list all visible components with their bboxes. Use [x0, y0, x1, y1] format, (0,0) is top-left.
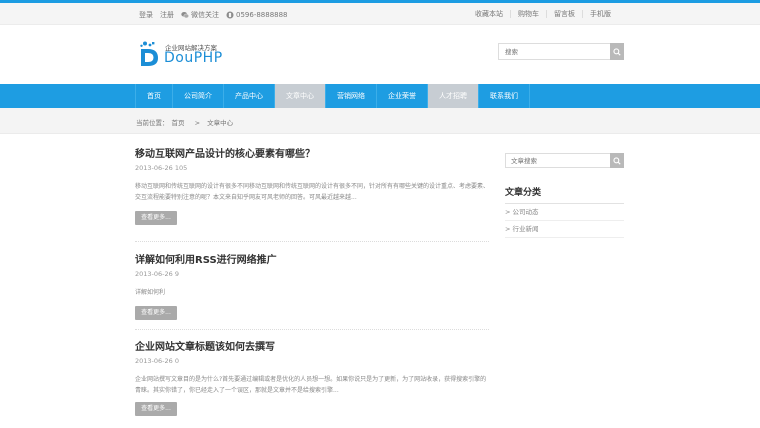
header-search-button[interactable] [610, 43, 624, 60]
logo-brand: DouPHP [164, 50, 223, 66]
category-item-industry-news[interactable]: > 行业新闻 [505, 221, 624, 238]
nav-item-products[interactable]: 产品中心 [224, 84, 275, 108]
nav-item-contact[interactable]: 联系我们 [479, 84, 530, 108]
cart-link[interactable]: 购物车 [510, 10, 546, 18]
wechat-icon [181, 11, 189, 19]
mobile-link[interactable]: 手机版 [582, 10, 618, 18]
search-icon [613, 47, 621, 56]
breadcrumb: 当前位置： 首页 > 文章中心 [136, 117, 236, 127]
top-bar-left: 登录 注册 微信关注 0596-8888888 [139, 10, 288, 20]
favorite-link[interactable]: 收藏本站 [468, 10, 510, 18]
article-search-input[interactable] [505, 153, 610, 168]
phone-number: 0596-8888888 [236, 11, 288, 19]
breadcrumb-bar: 当前位置： 首页 > 文章中心 [0, 108, 760, 134]
search-icon [613, 156, 621, 165]
list-item: 移动互联网产品设计的核心要素有哪些？ 2013-06-26 105 移动互联网和… [135, 148, 489, 242]
wechat-follow-link[interactable]: 微信关注 [181, 10, 219, 20]
article-meta: 2013-06-26 9 [135, 270, 179, 278]
sidebar: 文章分类 > 公司动态 > 行业新闻 [505, 153, 624, 238]
article-search [505, 153, 624, 168]
header-search [498, 43, 624, 60]
article-summary: 详解如何利 [135, 289, 166, 296]
article-summary: 企业网站撰写文章目的是为什么?首先要通过编辑或者是优化的人员想一想。如果你说只是… [135, 376, 487, 394]
header: 企业网站解决方案 DouPHP [0, 26, 760, 84]
article-list: 移动互联网产品设计的核心要素有哪些？ 2013-06-26 105 移动互联网和… [135, 148, 489, 428]
logo-mark-icon [140, 41, 158, 66]
nav-items: 首页 公司简介 产品中心 文章中心 营销网络 企业荣誉 人才招聘 联系我们 [135, 84, 530, 108]
nav-item-about[interactable]: 公司简介 [173, 84, 224, 108]
header-search-input[interactable] [498, 43, 610, 60]
login-link[interactable]: 登录 [139, 10, 153, 20]
nav-item-home[interactable]: 首页 [135, 84, 173, 108]
article-meta: 2013-06-26 105 [135, 164, 188, 172]
register-link[interactable]: 注册 [160, 10, 174, 20]
nav-item-articles[interactable]: 文章中心 [275, 84, 326, 108]
list-item: 企业网站文章标题该如何去撰写 2013-06-26 0 企业网站撰写文章目的是为… [135, 330, 489, 428]
breadcrumb-current: 文章中心 [207, 119, 234, 127]
breadcrumb-prefix: 当前位置： [136, 119, 169, 127]
breadcrumb-home[interactable]: 首页 [172, 119, 185, 127]
list-item: 详解如何利用RSS进行网络推广 2013-06-26 9 详解如何利 查看更多.… [135, 242, 489, 330]
article-meta: 2013-06-26 0 [135, 357, 179, 365]
article-title[interactable]: 移动互联网产品设计的核心要素有哪些？ [135, 148, 489, 161]
top-bar: 登录 注册 微信关注 0596-8888888 收藏本站 购物车 留言板 手机版 [0, 3, 760, 25]
read-more-button[interactable]: 查看更多... [135, 402, 177, 416]
site-logo[interactable]: 企业网站解决方案 DouPHP [139, 41, 224, 67]
main-nav: 首页 公司简介 产品中心 文章中心 营销网络 企业荣誉 人才招聘 联系我们 [0, 84, 760, 108]
article-title[interactable]: 详解如何利用RSS进行网络推广 [135, 254, 489, 267]
read-more-button[interactable]: 查看更多... [135, 306, 177, 320]
nav-item-jobs[interactable]: 人才招聘 [428, 84, 479, 108]
top-bar-right: 收藏本站 购物车 留言板 手机版 [468, 10, 618, 18]
guestbook-link[interactable]: 留言板 [546, 10, 582, 18]
article-summary: 移动互联网和传统互联网的设计有很多不同移动互联网和传统互联网的设计有很多不同，针… [135, 183, 490, 201]
wechat-follow-label: 微信关注 [191, 11, 219, 19]
category-title: 文章分类 [505, 185, 624, 204]
nav-item-honors[interactable]: 企业荣誉 [377, 84, 428, 108]
article-title[interactable]: 企业网站文章标题该如何去撰写 [135, 341, 489, 354]
article-search-button[interactable] [610, 153, 624, 168]
nav-item-marketing[interactable]: 营销网络 [326, 84, 377, 108]
breadcrumb-separator: > [194, 119, 201, 127]
read-more-button[interactable]: 查看更多... [135, 211, 177, 225]
phone-icon [226, 11, 234, 19]
category-item-company-news[interactable]: > 公司动态 [505, 204, 624, 221]
phone-info: 0596-8888888 [226, 11, 288, 19]
